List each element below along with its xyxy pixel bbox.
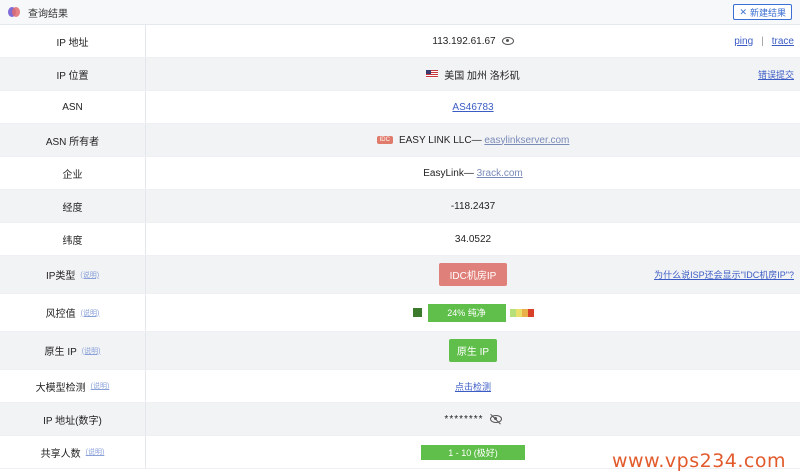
row-location: IP 位置 美国 加州 洛杉矶 错误提交	[0, 58, 800, 91]
row-label: 纬度	[0, 223, 146, 255]
risk-scale	[509, 308, 534, 317]
row-asn: ASN AS46783	[0, 91, 800, 124]
asn-link[interactable]: AS46783	[452, 102, 493, 113]
help-link[interactable]: (说明)	[81, 308, 100, 318]
native-ip-badge: 原生 IP	[448, 339, 498, 362]
owner-name: EASY LINK LLC—	[398, 134, 482, 146]
row-value: 24% 纯净	[146, 294, 800, 331]
latitude-value: 34.0522	[454, 233, 492, 245]
eye-off-icon[interactable]	[489, 415, 502, 423]
company-name: EasyLink—	[423, 167, 474, 179]
shared-users-bar: 1 - 10 (极好)	[421, 444, 525, 460]
row-company: 企业 EasyLink— 3rack.com	[0, 157, 800, 190]
row-label: 风控值 (说明)	[0, 294, 146, 331]
row-value: -118.2437	[146, 190, 800, 222]
row-value: ********	[146, 403, 800, 435]
row-label: 企业	[0, 157, 146, 189]
asn-owner-name: EASY LINK LLC— easylinkserver.com	[399, 135, 569, 146]
label-text: IP类型	[45, 271, 76, 282]
row-label: IP 位置	[0, 58, 146, 90]
row-value: 美国 加州 洛杉矶 错误提交	[146, 58, 800, 90]
row-label: 原生 IP (说明)	[0, 332, 146, 369]
row-asn-owner: ASN 所有者 IDC EASY LINK LLC— easylinkserve…	[0, 124, 800, 157]
new-result-label: 新建结果	[749, 7, 786, 18]
watermark: www.vps234.com	[611, 450, 786, 472]
row-latitude: 纬度 34.0522	[0, 223, 800, 256]
ip-numeric-masked: ********	[444, 413, 484, 425]
row-label: 大模型检测 (说明)	[0, 370, 146, 402]
close-x-icon: ✕	[739, 6, 747, 17]
help-link[interactable]: (说明)	[86, 447, 105, 457]
idc-tag: IDC	[376, 136, 393, 144]
row-label: IP类型 (说明)	[0, 256, 146, 293]
location-text: 美国 加州 洛杉矶	[444, 70, 520, 82]
row-value: 34.0522	[146, 223, 800, 255]
row-label: ASN	[0, 91, 146, 123]
risk-meter: 24% 纯净	[412, 303, 534, 322]
app-logo	[8, 6, 20, 18]
report-error-link[interactable]: 错误提交	[758, 68, 794, 81]
row-value: 点击检测	[146, 370, 800, 402]
row-ip: IP 地址 113.192.61.67 ping | trace	[0, 25, 800, 58]
ping-link[interactable]: ping	[734, 36, 753, 47]
label-text: 原生 IP	[44, 347, 77, 358]
row-label: 经度	[0, 190, 146, 222]
us-flag-icon	[426, 70, 439, 78]
row-value: 原生 IP	[146, 332, 800, 369]
result-header: 查询结果 ✕ 新建结果	[0, 0, 800, 25]
owner-domain-link[interactable]: easylinkserver.com	[484, 135, 569, 146]
row-risk: 风控值 (说明) 24% 纯净	[0, 294, 800, 332]
help-link[interactable]: (说明)	[82, 346, 101, 356]
row-value: IDC机房IP 为什么说ISP还会显示"IDC机房IP"?	[146, 256, 800, 293]
row-label: IP 地址(数字)	[0, 403, 146, 435]
row-label: ASN 所有者	[0, 124, 146, 156]
row-ip-type: IP类型 (说明) IDC机房IP 为什么说ISP还会显示"IDC机房IP"?	[0, 256, 800, 294]
row-longitude: 经度 -118.2437	[0, 190, 800, 223]
location-actions: 错误提交	[758, 58, 794, 90]
label-text: 共享人数	[40, 448, 81, 460]
why-idc-link[interactable]: 为什么说ISP还会显示"IDC机房IP"?	[654, 268, 794, 281]
label-text: 风控值	[45, 309, 76, 320]
row-value: IDC EASY LINK LLC— easylinkserver.com	[146, 124, 800, 156]
new-result-button[interactable]: ✕ 新建结果	[733, 4, 792, 20]
longitude-value: -118.2437	[450, 200, 496, 212]
row-label: 共享人数 (说明)	[0, 436, 146, 468]
ip-type-badge: IDC机房IP	[438, 263, 508, 286]
row-ip-numeric: IP 地址(数字) ********	[0, 403, 800, 436]
row-native-ip: 原生 IP (说明) 原生 IP	[0, 332, 800, 370]
separator: |	[761, 35, 764, 47]
company-domain-link[interactable]: 3rack.com	[477, 168, 523, 179]
risk-score-bar: 24% 纯净	[427, 303, 506, 322]
ip-type-actions: 为什么说ISP还会显示"IDC机房IP"?	[654, 256, 794, 293]
row-label: IP 地址	[0, 25, 146, 57]
trace-link[interactable]: trace	[772, 36, 794, 47]
eye-icon[interactable]	[501, 37, 514, 45]
help-link[interactable]: (说明)	[80, 270, 99, 280]
ip-address: 113.192.61.67	[432, 35, 496, 47]
label-text: 大模型检测	[35, 382, 86, 394]
result-table: IP 地址 113.192.61.67 ping | trace IP 位置 美…	[0, 25, 800, 469]
header-title: 查询结果	[28, 8, 68, 20]
help-link[interactable]: (说明)	[91, 381, 110, 391]
ip-actions: ping | trace	[734, 25, 794, 57]
llm-check-link[interactable]: 点击检测	[455, 380, 491, 393]
row-value: EasyLink— 3rack.com	[146, 157, 800, 189]
risk-indicator	[412, 308, 422, 317]
row-value: 113.192.61.67 ping | trace	[146, 25, 800, 57]
row-value: AS46783	[146, 91, 800, 123]
company-name-group: EasyLink— 3rack.com	[423, 168, 522, 179]
row-llm-check: 大模型检测 (说明) 点击检测	[0, 370, 800, 403]
